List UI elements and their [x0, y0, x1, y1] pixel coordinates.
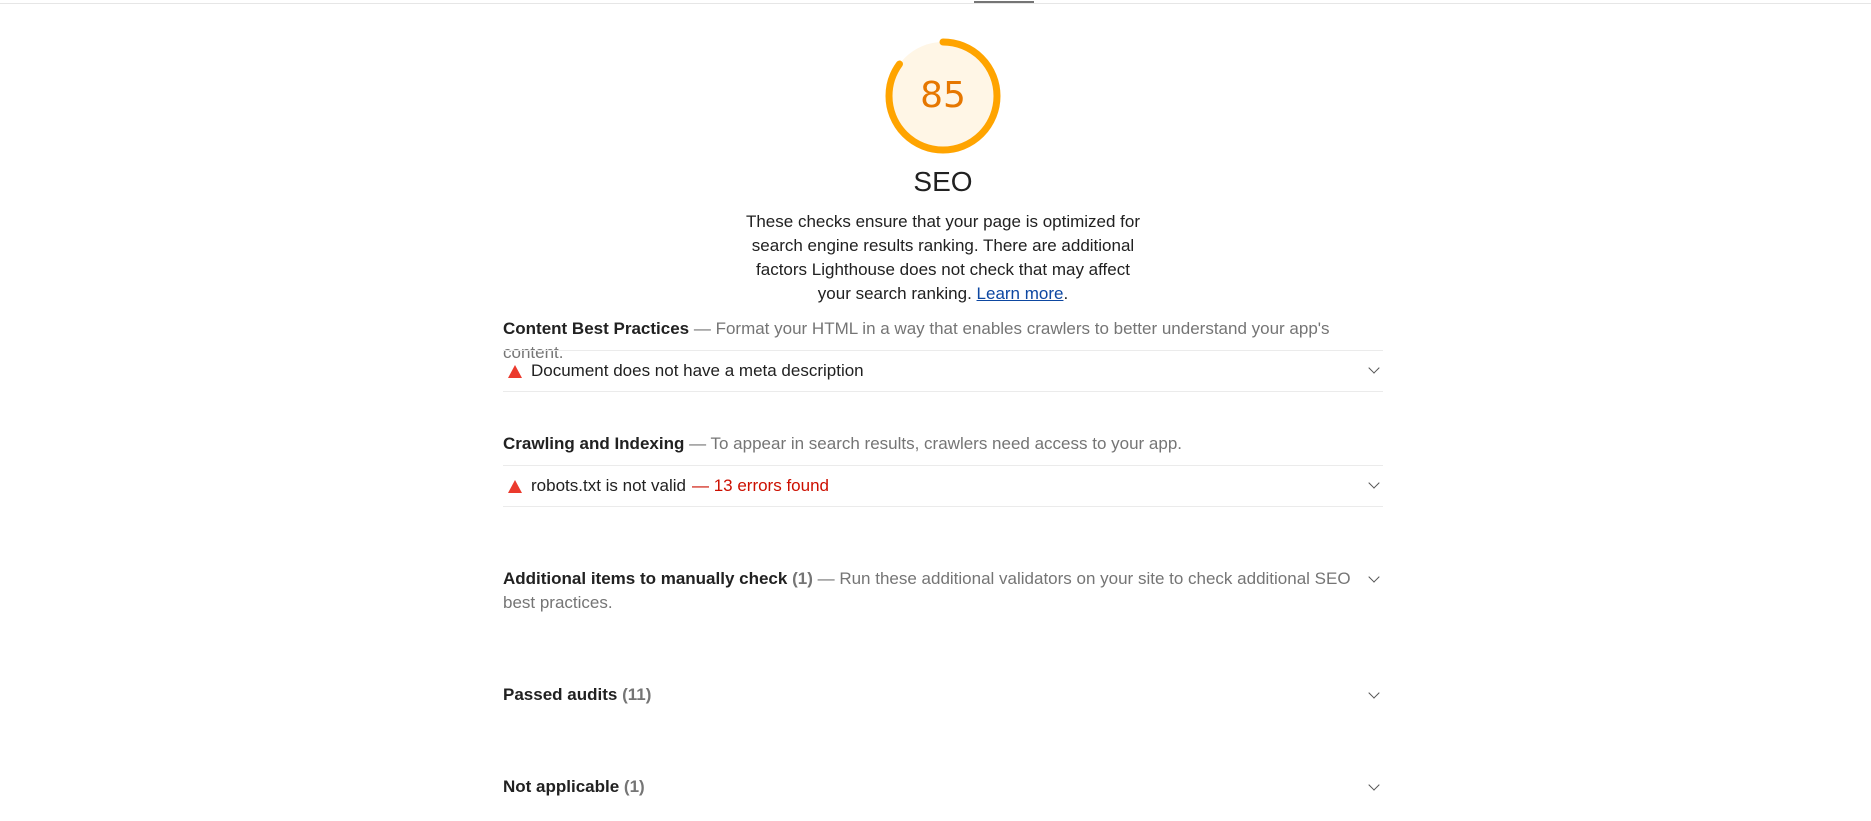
group-description: — To appear in search results, crawlers …: [684, 434, 1183, 453]
audit-title-text: robots.txt is not valid: [531, 476, 686, 495]
category-description-text: These checks ensure that your page is op…: [745, 212, 1141, 303]
active-tab-indicator: [974, 1, 1034, 3]
passed-audits-label: Passed audits (11): [503, 683, 1363, 707]
warning-triangle-icon: [508, 480, 522, 493]
chevron-down-icon[interactable]: [1368, 779, 1380, 791]
passed-audits-count: (11): [622, 685, 652, 704]
chevron-down-icon[interactable]: [1368, 362, 1380, 374]
category-title: SEO: [913, 166, 973, 197]
manual-checks-count: (1): [792, 569, 813, 588]
not-applicable-title: Not applicable: [503, 777, 620, 796]
passed-audits-group[interactable]: Passed audits (11): [503, 683, 1383, 707]
group-title: Content Best Practices: [503, 319, 690, 338]
audit-row-meta-description[interactable]: Document does not have a meta descriptio…: [503, 350, 1383, 392]
chevron-down-icon[interactable]: [1368, 477, 1380, 489]
group-header-crawling-and-indexing: Crawling and Indexing — To appear in sea…: [503, 432, 1383, 456]
manual-checks-group[interactable]: Additional items to manually check (1) —…: [503, 567, 1383, 615]
passed-audits-title: Passed audits: [503, 685, 618, 704]
manual-checks-title: Additional items to manually check: [503, 569, 788, 588]
audit-title: robots.txt is not valid — 13 errors found: [531, 476, 829, 496]
not-applicable-label: Not applicable (1): [503, 775, 1363, 799]
learn-more-link[interactable]: Learn more: [977, 284, 1064, 303]
score-value: 85: [920, 75, 966, 116]
audit-error-note: — 13 errors found: [691, 476, 829, 495]
chevron-down-icon[interactable]: [1368, 571, 1380, 583]
chevron-down-icon[interactable]: [1368, 687, 1380, 699]
not-applicable-group[interactable]: Not applicable (1): [503, 775, 1383, 799]
warning-triangle-icon: [508, 365, 522, 378]
audit-title-text: Document does not have a meta descriptio…: [531, 361, 864, 380]
audit-title: Document does not have a meta descriptio…: [531, 361, 864, 381]
category-description: These checks ensure that your page is op…: [743, 210, 1143, 306]
audit-row-robots-txt[interactable]: robots.txt is not valid — 13 errors found: [503, 465, 1383, 507]
manual-checks-label: Additional items to manually check (1) —…: [503, 567, 1363, 615]
not-applicable-count: (1): [623, 777, 645, 796]
description-period: .: [1063, 284, 1069, 303]
group-title: Crawling and Indexing: [503, 434, 685, 453]
top-divider: [0, 0, 1871, 4]
score-gauge[interactable]: 85: [885, 38, 1001, 154]
